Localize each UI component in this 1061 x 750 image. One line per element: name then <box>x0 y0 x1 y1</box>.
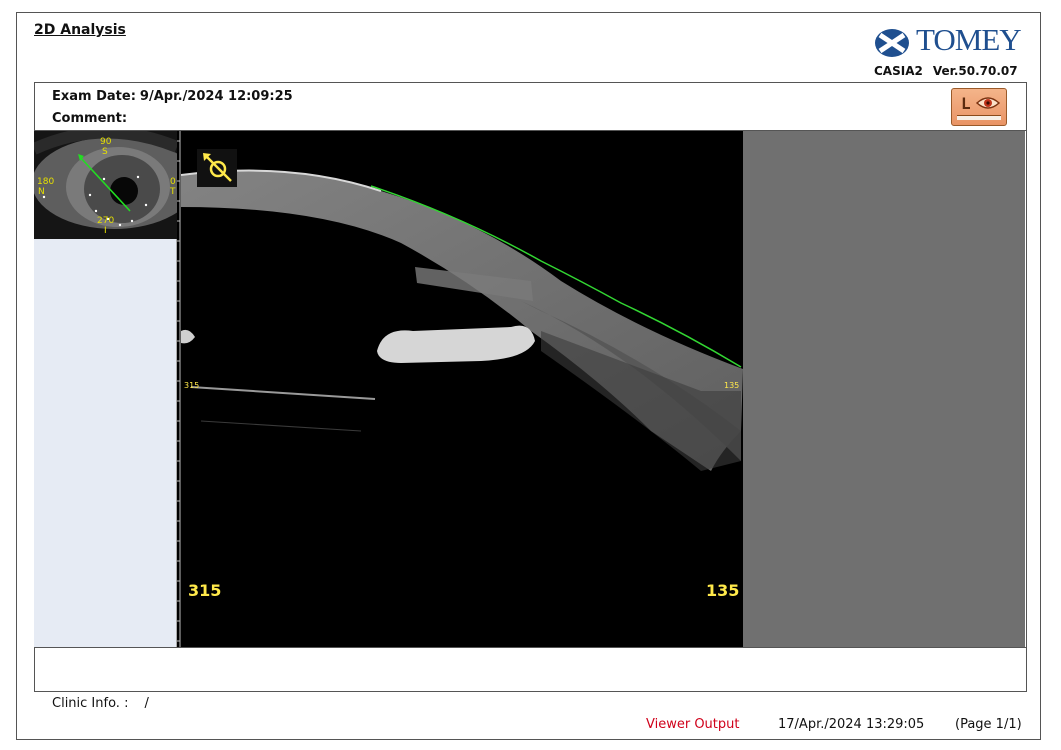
thumb-label-i: I <box>104 226 107 236</box>
comment: Comment: <box>52 111 127 126</box>
anterior-segment-scan <box>181 131 743 647</box>
exam-date-label: Exam Date: <box>52 89 136 104</box>
eye-side-letter: L <box>961 94 971 113</box>
thumb-label-n: N <box>38 187 45 197</box>
eye-button-strip <box>957 115 1001 120</box>
clinic-info-value: / <box>144 696 149 711</box>
left-meridian-label: 315 <box>188 581 222 600</box>
device-info: CASIA2 Ver.50.70.07 <box>874 64 1018 78</box>
page-number: (Page 1/1) <box>955 717 1022 732</box>
exam-date-value: 9/Apr./2024 12:09:25 <box>139 89 293 104</box>
thumb-label-0: 0 <box>170 177 176 187</box>
thumb-label-90: 90 <box>100 137 112 147</box>
right-meridian-small: 135 <box>724 381 740 390</box>
brand-name: TOMEY <box>916 22 1022 57</box>
clinic-info: Clinic Info. : / <box>52 696 149 711</box>
report-title: 2D Analysis <box>34 22 126 38</box>
oct-scan-image[interactable]: 315 135 315 135 <box>181 131 743 647</box>
content-bottom-divider <box>34 647 1027 648</box>
left-meridian-small: 315 <box>184 381 200 390</box>
comment-label: Comment: <box>52 111 128 126</box>
thumb-label-s: S <box>102 147 108 157</box>
empty-scan-panel <box>743 131 1025 647</box>
exam-date: Exam Date: 9/Apr./2024 12:09:25 <box>52 89 293 104</box>
eye-side-button[interactable]: L <box>951 88 1007 126</box>
tomey-logo: TOMEY <box>874 22 1024 60</box>
viewer-output-label: Viewer Output <box>646 717 740 732</box>
right-meridian-label: 135 <box>706 581 740 600</box>
tomey-logo-mark-icon <box>875 29 909 57</box>
eye-thumbnail: 90 S 180 N 0 T 270 I <box>34 131 177 239</box>
eye-icon <box>976 97 1000 109</box>
thumb-label-t: T <box>170 187 176 197</box>
thumb-label-270: 270 <box>97 216 115 226</box>
clinic-info-label: Clinic Info. : <box>52 696 129 711</box>
thumb-label-180: 180 <box>37 177 55 187</box>
device-name: CASIA2 <box>874 64 923 78</box>
device-version: Ver.50.70.07 <box>932 64 1018 78</box>
output-timestamp: 17/Apr./2024 13:29:05 <box>778 717 925 732</box>
